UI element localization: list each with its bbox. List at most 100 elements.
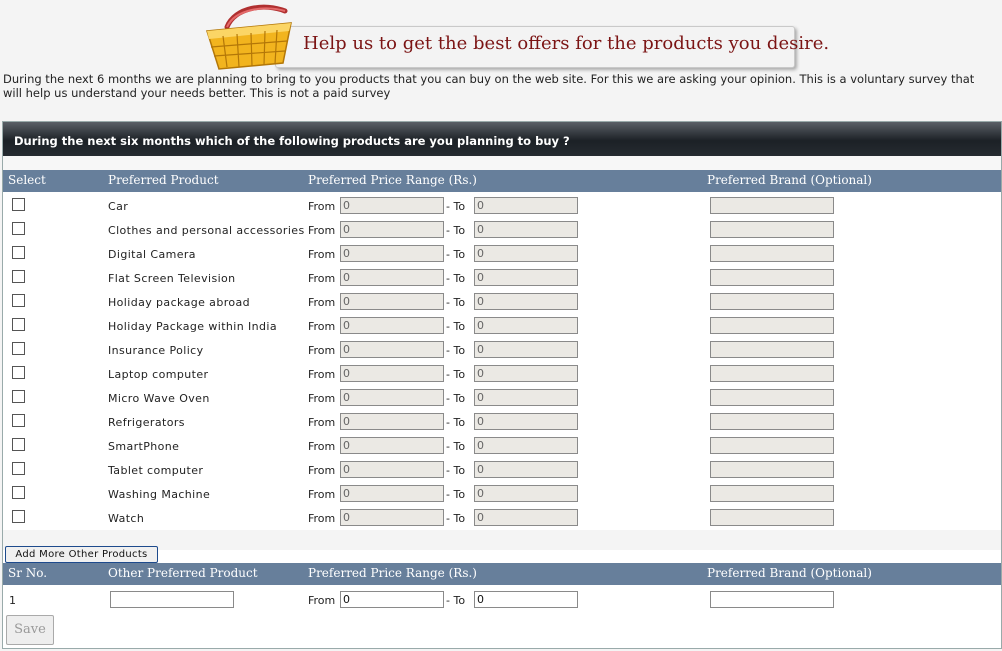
select-checkbox[interactable] — [12, 270, 25, 283]
price-from-input[interactable] — [340, 293, 444, 310]
price-to-input[interactable] — [474, 389, 578, 406]
product-name: Insurance Policy — [108, 344, 204, 357]
select-checkbox[interactable] — [12, 390, 25, 403]
select-checkbox[interactable] — [12, 318, 25, 331]
from-label: From — [308, 320, 336, 333]
price-to-input[interactable] — [474, 365, 578, 382]
brand-input[interactable] — [710, 509, 834, 526]
col-product: Preferred Product — [108, 173, 219, 187]
price-from-input[interactable] — [340, 341, 444, 358]
price-to-input[interactable] — [474, 461, 578, 478]
to-label: - To — [446, 488, 466, 501]
price-to-input[interactable] — [474, 293, 578, 310]
other-brand-input[interactable] — [710, 591, 834, 608]
product-name: Holiday package abroad — [108, 296, 251, 309]
price-from-input[interactable] — [340, 245, 444, 262]
from-label: From — [308, 368, 336, 381]
price-to-input[interactable] — [474, 197, 578, 214]
brand-input[interactable] — [710, 245, 834, 262]
price-from-input[interactable] — [340, 461, 444, 478]
brand-input[interactable] — [710, 317, 834, 334]
price-from-input[interactable] — [340, 509, 444, 526]
col-brand: Preferred Brand (Optional) — [707, 173, 872, 187]
price-from-input[interactable] — [340, 365, 444, 382]
brand-input[interactable] — [710, 413, 834, 430]
other-price-to-input[interactable] — [474, 591, 578, 608]
from-label: From — [308, 512, 336, 525]
brand-input[interactable] — [710, 485, 834, 502]
product-name: Clothes and personal accessories — [108, 224, 305, 237]
select-checkbox[interactable] — [12, 246, 25, 259]
brand-input[interactable] — [710, 221, 834, 238]
other-product-input[interactable] — [110, 591, 234, 608]
product-row: Flat Screen Television From - To — [3, 266, 1001, 290]
banner: Help us to get the best offers for the p… — [205, 3, 829, 70]
product-row: Insurance Policy From - To — [3, 338, 1001, 362]
brand-input[interactable] — [710, 293, 834, 310]
price-to-input[interactable] — [474, 317, 578, 334]
to-label: - To — [446, 224, 466, 237]
select-checkbox[interactable] — [12, 438, 25, 451]
brand-input[interactable] — [710, 197, 834, 214]
save-button[interactable]: Save — [6, 615, 54, 645]
select-checkbox[interactable] — [12, 198, 25, 211]
price-to-input[interactable] — [474, 509, 578, 526]
from-label: From — [308, 488, 336, 501]
from-label: From — [308, 464, 336, 477]
brand-input[interactable] — [710, 269, 834, 286]
product-table-header: Select Preferred Product Preferred Price… — [3, 170, 1001, 192]
other-product-row: 1 From - To — [3, 588, 1001, 612]
product-row: Clothes and personal accessoriesFrom - To — [3, 218, 1001, 242]
price-from-input[interactable] — [340, 221, 444, 238]
brand-input[interactable] — [710, 389, 834, 406]
select-checkbox[interactable] — [12, 222, 25, 235]
add-more-products-button[interactable]: Add More Other Products — [5, 546, 158, 563]
price-from-input[interactable] — [340, 317, 444, 334]
select-checkbox[interactable] — [12, 510, 25, 523]
price-from-input[interactable] — [340, 197, 444, 214]
select-checkbox[interactable] — [12, 294, 25, 307]
brand-input[interactable] — [710, 437, 834, 454]
select-checkbox[interactable] — [12, 342, 25, 355]
brand-input[interactable] — [710, 341, 834, 358]
to-label: - To — [446, 296, 466, 309]
product-row: Watch From - To — [3, 506, 1001, 530]
price-to-input[interactable] — [474, 221, 578, 238]
brand-input[interactable] — [710, 461, 834, 478]
select-checkbox[interactable] — [12, 414, 25, 427]
price-from-input[interactable] — [340, 389, 444, 406]
survey-panel: During the next six months which of the … — [2, 121, 1002, 649]
to-label: - To — [446, 416, 466, 429]
price-to-input[interactable] — [474, 485, 578, 502]
from-label: From — [308, 392, 336, 405]
col-price: Preferred Price Range (Rs.) — [308, 173, 477, 187]
brand-input[interactable] — [710, 365, 834, 382]
select-checkbox[interactable] — [12, 486, 25, 499]
price-to-input[interactable] — [474, 245, 578, 262]
select-checkbox[interactable] — [12, 366, 25, 379]
price-from-input[interactable] — [340, 485, 444, 502]
panel-heading-text: During the next six months which of the … — [14, 134, 570, 148]
col-other-product: Other Preferred Product — [108, 566, 258, 580]
product-row: Digital Camera From - To — [3, 242, 1001, 266]
product-name: Tablet computer — [108, 464, 204, 477]
product-name: Flat Screen Television — [108, 272, 236, 285]
other-table-header: Sr No. Other Preferred Product Preferred… — [3, 563, 1001, 585]
select-checkbox[interactable] — [12, 462, 25, 475]
price-from-input[interactable] — [340, 269, 444, 286]
product-row: SmartPhone From - To — [3, 434, 1001, 458]
price-to-input[interactable] — [474, 413, 578, 430]
price-from-input[interactable] — [340, 413, 444, 430]
col-other-price: Preferred Price Range (Rs.) — [308, 566, 477, 580]
to-label: - To — [446, 320, 466, 333]
price-from-input[interactable] — [340, 437, 444, 454]
product-row: Micro Wave Oven From - To — [3, 386, 1001, 410]
product-row: Tablet computer From - To — [3, 458, 1001, 482]
price-to-input[interactable] — [474, 341, 578, 358]
col-other-brand: Preferred Brand (Optional) — [707, 566, 872, 580]
to-label: - To — [446, 248, 466, 261]
other-price-from-input[interactable] — [340, 591, 444, 608]
price-to-input[interactable] — [474, 269, 578, 286]
to-label: - To — [446, 594, 466, 607]
price-to-input[interactable] — [474, 437, 578, 454]
